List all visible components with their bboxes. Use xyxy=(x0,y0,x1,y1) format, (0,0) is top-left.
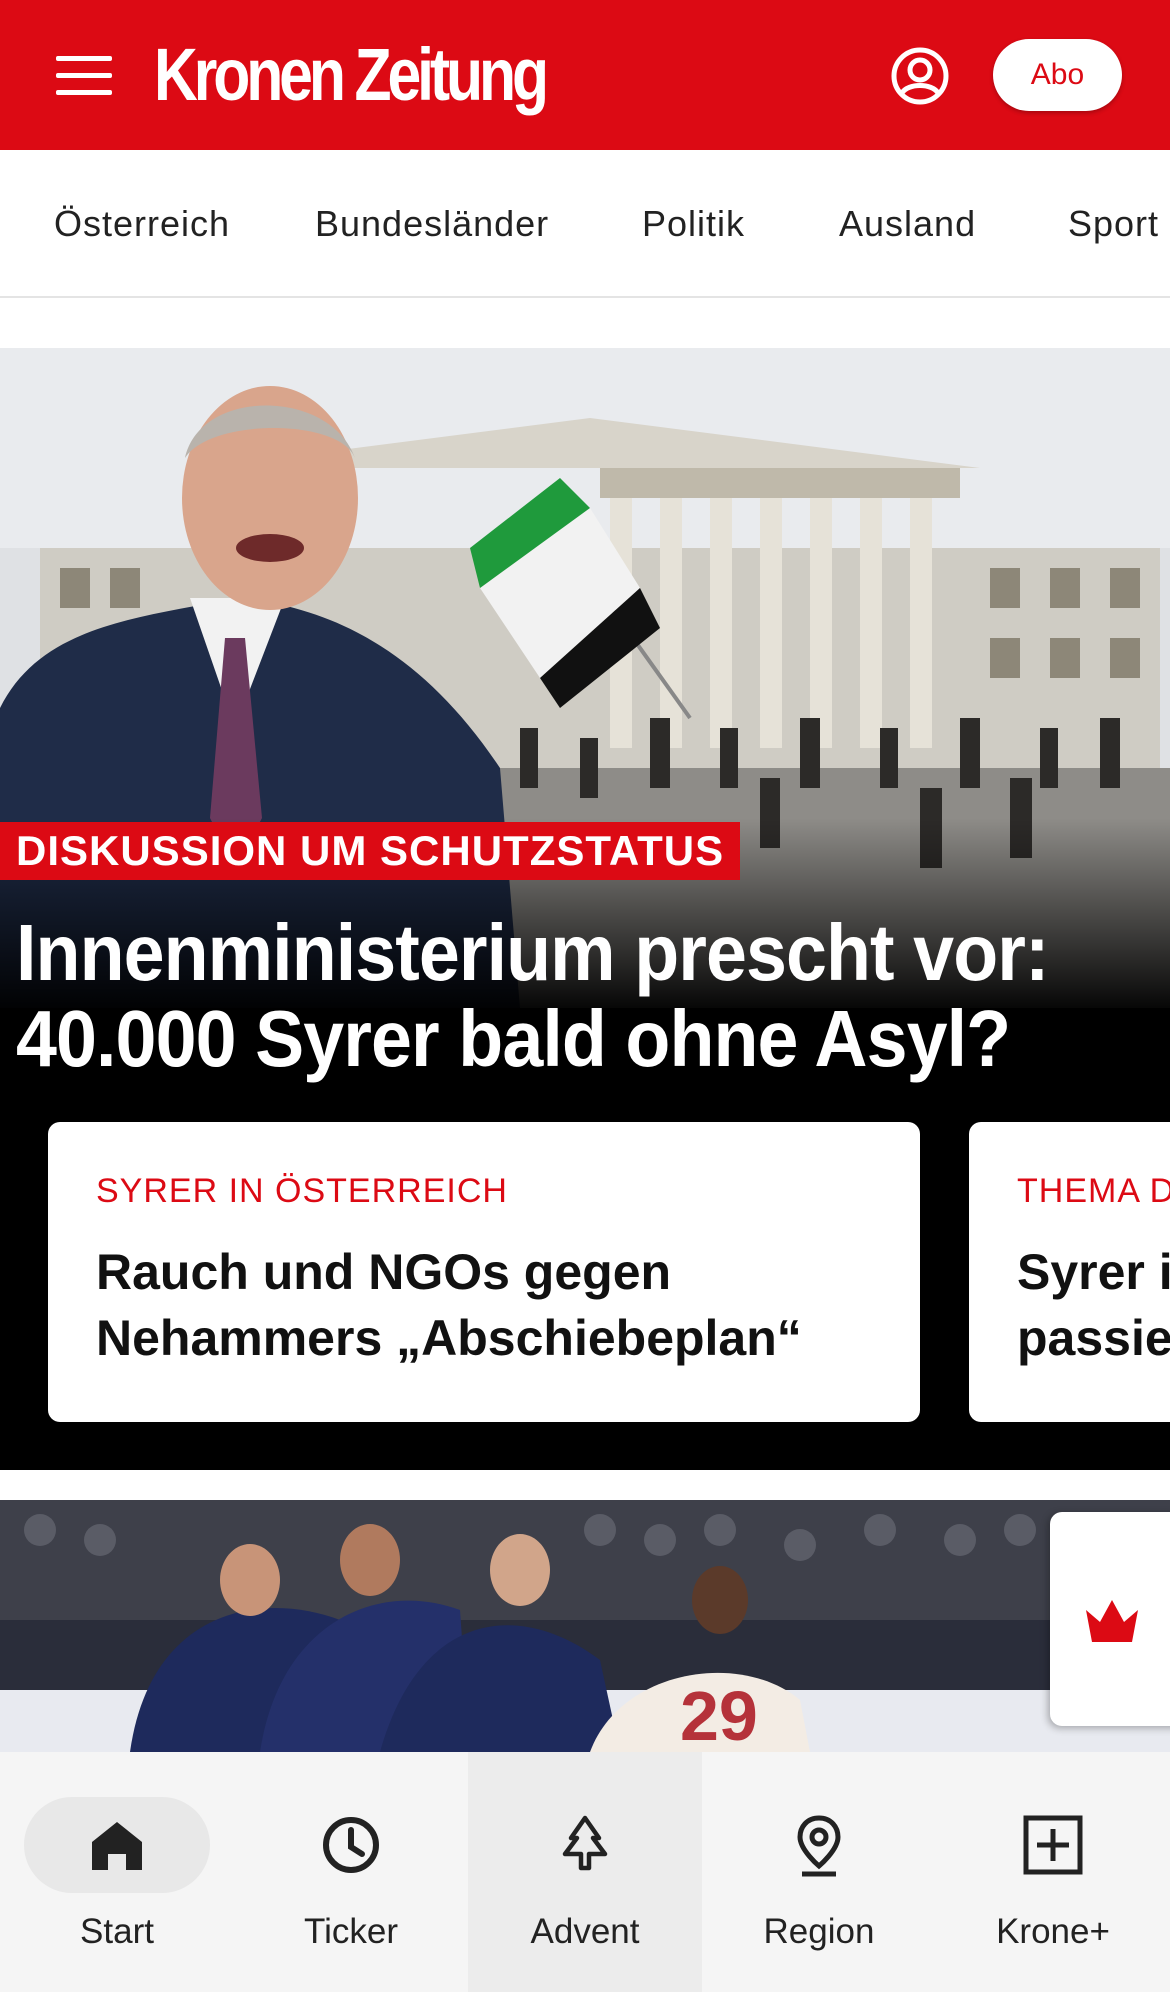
card-title: Syrer i passie xyxy=(1017,1239,1170,1371)
home-icon xyxy=(92,1822,142,1870)
category-nav: Österreich Bundesländer Politik Ausland … xyxy=(0,150,1170,298)
krone-badge[interactable] xyxy=(1050,1512,1170,1726)
tab-advent[interactable]: Advent xyxy=(468,1752,702,1992)
clock-icon xyxy=(323,1817,379,1873)
tab-label: Start xyxy=(80,1912,154,1951)
card-kicker: SYRER IN ÖSTERREICH xyxy=(96,1172,508,1210)
crown-icon xyxy=(1086,1600,1138,1642)
card-title-line: Nehammers „Abschiebeplan“ xyxy=(96,1310,802,1366)
logo[interactable]: Kronen Zeitung xyxy=(154,30,549,120)
tab-krone-plus[interactable]: Krone+ xyxy=(936,1752,1170,1992)
svg-text:29: 29 xyxy=(680,1677,758,1752)
hero-article[interactable]: DISKUSSION UM SCHUTZSTATUS Innenminister… xyxy=(0,348,1170,1470)
hamburger-icon[interactable] xyxy=(56,56,112,96)
sport-teaser-image: 29 xyxy=(0,1500,1170,1752)
plus-box-icon xyxy=(1023,1815,1083,1875)
card-title-line: Rauch und NGOs gegen xyxy=(96,1244,672,1300)
account-circle-icon[interactable] xyxy=(890,46,950,106)
nav-item-politik[interactable]: Politik xyxy=(642,150,745,296)
nav-item-oesterreich[interactable]: Österreich xyxy=(54,150,230,296)
nav-item-ausland[interactable]: Ausland xyxy=(839,150,976,296)
sport-teaser[interactable]: 29 xyxy=(0,1500,1170,1752)
card-title-line: Syrer i xyxy=(1017,1244,1170,1300)
tab-label: Krone+ xyxy=(996,1912,1110,1951)
tab-label: Advent xyxy=(530,1912,640,1951)
location-pin-icon xyxy=(797,1815,841,1877)
hero-kicker: DISKUSSION UM SCHUTZSTATUS xyxy=(0,822,741,880)
abo-button[interactable]: Abo xyxy=(993,39,1122,111)
related-article-card[interactable]: THEMA D Syrer i passie xyxy=(969,1122,1170,1422)
hero-headline[interactable]: Innenministerium prescht vor: 40.000 Syr… xyxy=(16,910,1065,1082)
tab-label: Ticker xyxy=(304,1912,398,1951)
tab-start[interactable]: Start xyxy=(0,1752,234,1992)
card-title: Rauch und NGOs gegen Nehammers „Abschieb… xyxy=(96,1239,872,1371)
card-kicker: THEMA D xyxy=(1017,1172,1170,1210)
tab-label: Region xyxy=(763,1912,875,1951)
top-header: Kronen Zeitung Abo xyxy=(0,0,1170,150)
nav-item-bundeslaender[interactable]: Bundesländer xyxy=(315,150,549,296)
tree-icon xyxy=(562,1815,608,1871)
nav-item-sport[interactable]: Sport xyxy=(1068,150,1159,296)
tab-ticker[interactable]: Ticker xyxy=(234,1752,468,1992)
card-title-line: passie xyxy=(1017,1310,1170,1366)
bottom-navigation: Start Ticker Advent Region Krone+ xyxy=(0,1752,1170,1992)
tab-region[interactable]: Region xyxy=(702,1752,936,1992)
related-article-card[interactable]: SYRER IN ÖSTERREICH Rauch und NGOs gegen… xyxy=(48,1122,920,1422)
